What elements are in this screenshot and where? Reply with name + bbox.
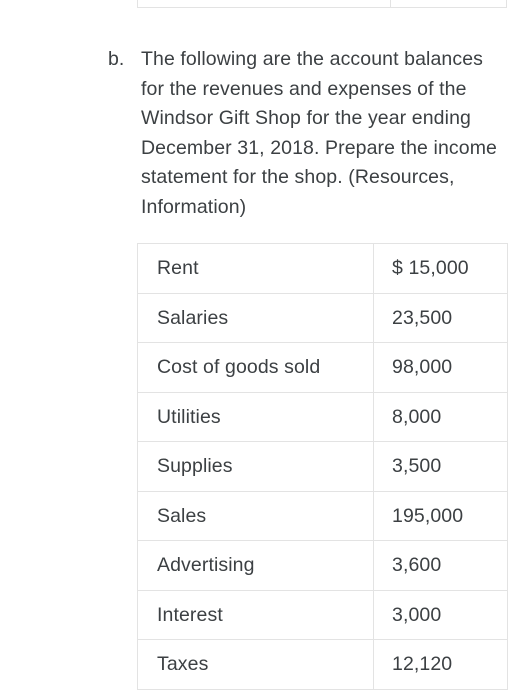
account-name-cell: Salaries [137, 292, 374, 343]
question-text: The following are the account balances f… [141, 48, 497, 218]
account-name-cell: Cost of goods sold [137, 342, 374, 393]
account-amount-cell: 23,500 [373, 292, 508, 343]
account-amount-cell: 3,000 [373, 589, 508, 640]
question-block: b. The following are the account balance… [108, 45, 504, 222]
table-row: Sales 195,000 [137, 490, 508, 541]
table-row: Supplies 3,500 [137, 441, 508, 492]
account-amount-cell: 3,600 [373, 540, 508, 591]
table-row: Cost of goods sold 98,000 [137, 342, 508, 393]
account-amount-cell: $ 15,000 [373, 243, 508, 294]
document-page: b. The following are the account balance… [0, 0, 524, 700]
table-row: Utilities 8,000 [137, 391, 508, 442]
account-name-cell: Sales [137, 490, 374, 541]
account-amount-cell: 195,000 [373, 490, 508, 541]
account-name-cell: Advertising [137, 540, 374, 591]
account-name-cell: Taxes [137, 639, 374, 690]
table-row: Advertising 3,600 [137, 540, 508, 591]
previous-table-fragment [137, 0, 507, 8]
account-amount-cell: 12,120 [373, 639, 508, 690]
account-name-cell: Interest [137, 589, 374, 640]
account-balances-table: Rent $ 15,000 Salaries 23,500 Cost of go… [137, 243, 508, 690]
previous-table-column-divider [390, 0, 391, 7]
account-name-cell: Supplies [137, 441, 374, 492]
table-row: Rent $ 15,000 [137, 243, 508, 294]
table-row: Salaries 23,500 [137, 292, 508, 343]
account-amount-cell: 98,000 [373, 342, 508, 393]
account-amount-cell: 3,500 [373, 441, 508, 492]
table-body: Rent $ 15,000 Salaries 23,500 Cost of go… [137, 243, 508, 690]
account-name-cell: Rent [137, 243, 374, 294]
account-amount-cell: 8,000 [373, 391, 508, 442]
table-row: Taxes 12,120 [137, 639, 508, 690]
question-marker: b. [108, 48, 125, 70]
account-name-cell: Utilities [137, 391, 374, 442]
table-row: Interest 3,000 [137, 589, 508, 640]
